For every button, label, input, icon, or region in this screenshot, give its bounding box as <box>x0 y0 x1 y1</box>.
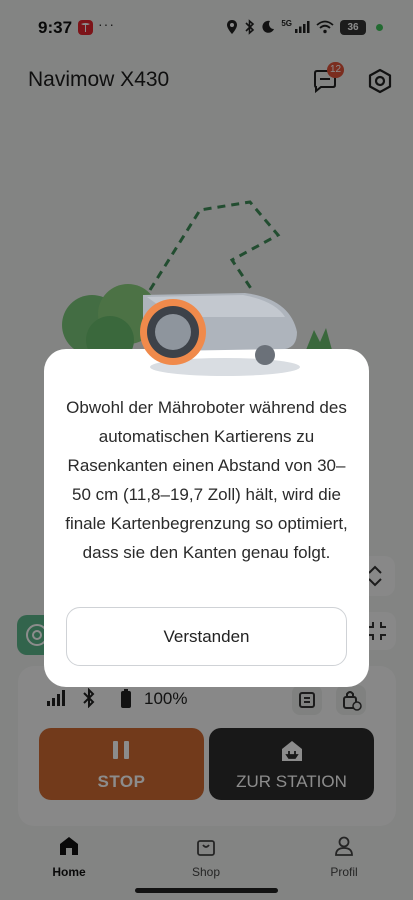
dialog-message: Obwohl der Mähroboter während des automa… <box>65 398 348 562</box>
info-dialog: Obwohl der Mähroboter während des automa… <box>44 349 369 687</box>
understood-button[interactable]: Verstanden <box>66 607 347 666</box>
mower-illustration <box>140 293 300 376</box>
app-screen: 9:37 ··· 5G 36 Navimow X430 12 100% STOP… <box>0 0 413 900</box>
